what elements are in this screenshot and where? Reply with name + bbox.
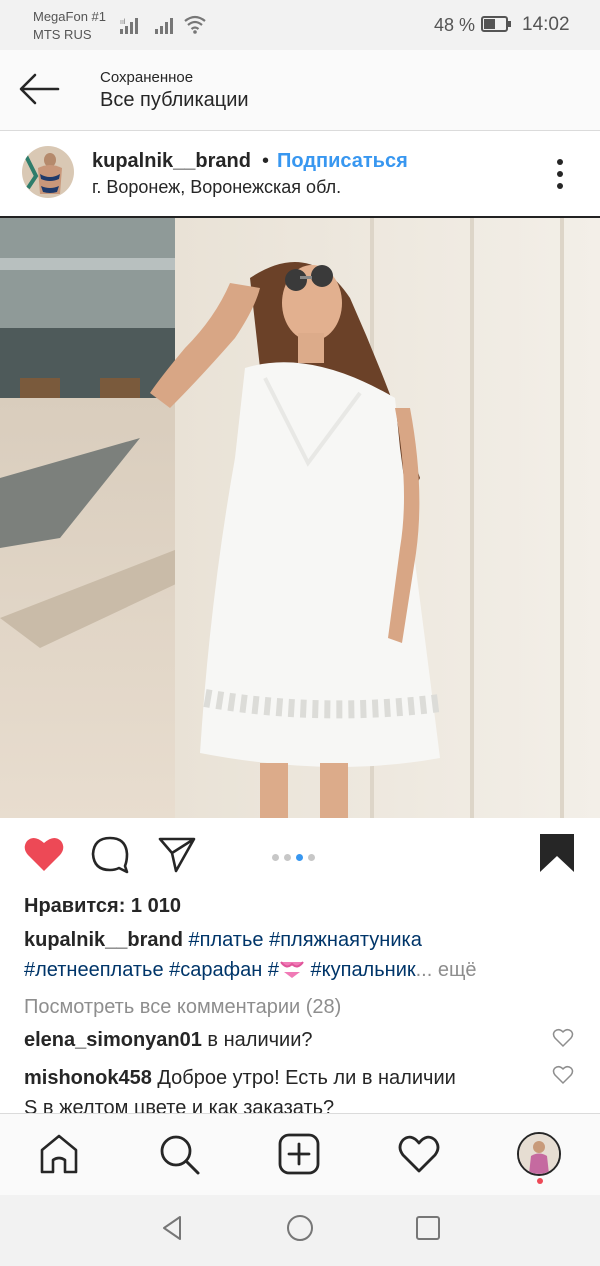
carrier-primary: MegaFon #1 xyxy=(33,9,106,24)
search-icon[interactable] xyxy=(157,1132,201,1176)
add-post-icon[interactable] xyxy=(277,1132,321,1176)
carousel-dot xyxy=(284,854,291,861)
post-username[interactable]: kupalnik__brand xyxy=(92,150,251,173)
carousel-dot xyxy=(272,854,279,861)
comment-row: mishonok458 Доброе утро! Есть ли в налич… xyxy=(24,1067,456,1090)
more-vertical-icon[interactable] xyxy=(550,156,570,192)
carrier-secondary: MTS RUS xyxy=(33,27,92,42)
comment-icon[interactable] xyxy=(88,834,132,874)
signal-icon: ııl xyxy=(120,18,138,34)
comment-username[interactable]: mishonok458 xyxy=(24,1067,152,1089)
comment-text: в наличии? xyxy=(201,1029,313,1051)
comment-username[interactable]: elena_simonyan01 xyxy=(24,1029,202,1051)
caption-username[interactable]: kupalnik__brand xyxy=(24,929,183,951)
comment-like-icon[interactable] xyxy=(552,1065,574,1085)
caption-more-link[interactable]: ещё xyxy=(432,959,477,981)
caption-hashtags-2[interactable]: #летнееплатье #сарафан # xyxy=(24,959,279,981)
profile-avatar-image xyxy=(519,1134,559,1174)
comment-like-icon[interactable] xyxy=(552,1028,574,1048)
avatar-image xyxy=(22,146,74,198)
profile-tab-avatar[interactable] xyxy=(517,1132,561,1176)
follow-button[interactable]: Подписаться xyxy=(277,150,408,173)
post-photo[interactable] xyxy=(0,216,600,818)
bikini-emoji-icon xyxy=(280,961,304,978)
carousel-indicator xyxy=(272,848,320,866)
header-subtitle: Сохраненное xyxy=(100,69,194,86)
carousel-dot xyxy=(308,854,315,861)
battery-percent: 48 % xyxy=(434,15,476,35)
share-icon[interactable] xyxy=(155,834,199,874)
page-title: Все публикации xyxy=(100,89,249,111)
home-circle-icon[interactable] xyxy=(285,1213,315,1243)
heart-filled-icon[interactable] xyxy=(22,834,66,874)
signal-icon-2 xyxy=(155,18,173,34)
wifi-icon xyxy=(184,15,206,34)
separator-dot: • xyxy=(262,150,270,172)
svg-text:ııl: ııl xyxy=(120,19,126,26)
post-photo-image xyxy=(0,218,600,818)
battery-icon xyxy=(481,16,511,32)
likes-count[interactable]: Нравится: 1 010 xyxy=(24,895,181,918)
post-location[interactable]: г. Воронеж, Воронежская обл. xyxy=(92,177,341,198)
view-all-comments-link[interactable]: Посмотреть все комментарии (28) xyxy=(24,996,341,1019)
caption-hashtags-3[interactable]: #купальник xyxy=(305,959,416,981)
activity-heart-icon[interactable] xyxy=(397,1132,441,1176)
comment-text: Доброе утро! Есть ли в наличии xyxy=(151,1067,456,1089)
notification-dot xyxy=(537,1178,543,1184)
avatar[interactable] xyxy=(22,146,74,198)
back-triangle-icon[interactable] xyxy=(158,1213,188,1243)
caption-line-1: kupalnik__brand #платье #пляжнаятуника xyxy=(24,929,422,952)
caption-ellipsis: ... xyxy=(415,959,433,981)
caption-hashtags-1[interactable]: #платье #пляжнаятуника xyxy=(189,929,422,951)
clock: 14:02 xyxy=(522,14,570,35)
back-arrow-icon[interactable] xyxy=(18,72,60,106)
bookmark-filled-icon[interactable] xyxy=(535,834,579,874)
carousel-dot-active xyxy=(296,854,303,861)
caption-line-2: #летнееплатье #сарафан # #купальник... е… xyxy=(24,959,477,982)
app-header xyxy=(0,50,600,131)
recents-square-icon[interactable] xyxy=(413,1213,443,1243)
comment-row: elena_simonyan01 в наличии? xyxy=(24,1029,313,1052)
home-icon[interactable] xyxy=(37,1132,81,1176)
